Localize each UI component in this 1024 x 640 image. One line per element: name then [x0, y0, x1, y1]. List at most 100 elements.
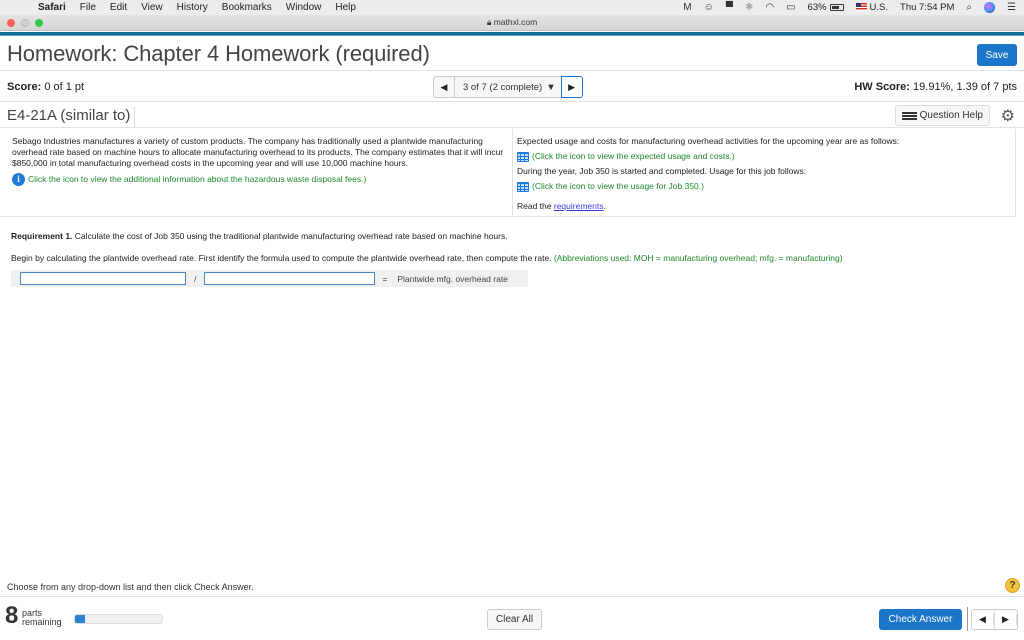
lock-icon: 🔒︎	[486, 17, 492, 27]
table-icon[interactable]	[517, 151, 529, 162]
question-header: E4-21A (similar to) Question Help ⚙	[0, 103, 1024, 128]
footer-divider	[967, 607, 968, 631]
triangle-right-icon: ▶	[995, 614, 1017, 625]
column-divider	[512, 129, 513, 217]
expected-usage-link[interactable]: (Click the icon to view the expected usa…	[517, 151, 1007, 162]
formula-row: / = Plantwide mfg. overhead rate	[11, 270, 528, 287]
instructions: Begin by calculating the plantwide overh…	[11, 253, 843, 263]
problem-statement: Sebago Industries manufactures a variety…	[0, 129, 1016, 217]
footer-next-button[interactable]: ▶	[995, 610, 1017, 629]
equals-sign: =	[382, 273, 388, 284]
triangle-right-icon: ▶	[568, 81, 576, 92]
menu-app-safari[interactable]: Safari	[38, 2, 66, 13]
menu-file[interactable]: File	[80, 2, 96, 13]
bluetooth-icon[interactable]: ✱	[745, 2, 753, 13]
score-value: 0 of 1 pt	[44, 81, 85, 93]
formula-result-label: Plantwide mfg. overhead rate	[397, 273, 508, 284]
problem-left-column: Sebago Industries manufactures a variety…	[12, 136, 504, 186]
page-title: Homework: Chapter 4 Homework (required)	[7, 41, 430, 66]
spotlight-search-icon[interactable]: ⌕	[966, 2, 972, 13]
gear-icon[interactable]: ⚙	[1001, 106, 1015, 126]
input-source-label: U.S.	[869, 2, 889, 13]
info-icon[interactable]: i	[12, 173, 25, 186]
dropdown-arrow-icon: ▼	[546, 81, 556, 93]
check-answer-button[interactable]: Check Answer	[879, 609, 962, 630]
question-navigator: ◀ 3 of 7 (2 complete) ▼ ▶	[433, 76, 583, 98]
footer-question-nav: ◀ ▶	[971, 609, 1018, 630]
problem-intro: Sebago Industries manufactures a variety…	[12, 136, 504, 168]
score-row: Score: 0 of 1 pt ◀ 3 of 7 (2 complete) ▼ …	[0, 72, 1024, 102]
footer-previous-button[interactable]: ◀	[972, 610, 995, 629]
battery-status[interactable]: 63%	[808, 2, 844, 13]
previous-question-button[interactable]: ◀	[433, 76, 455, 98]
us-flag-icon	[855, 3, 867, 12]
question-help-button[interactable]: Question Help	[894, 105, 990, 126]
requirement-label: Requirement 1.	[11, 231, 73, 241]
divide-operator: /	[194, 273, 197, 284]
menu-edit[interactable]: Edit	[110, 2, 127, 13]
job-usage-link-text: (Click the icon to view the usage for Jo…	[532, 181, 704, 191]
parts-progress-bar	[74, 614, 163, 624]
expected-usage-text: Expected usage and costs for manufacturi…	[517, 136, 900, 146]
requirement-text: Calculate the cost of Job 350 using the …	[72, 231, 508, 241]
remaining-label: remaining	[22, 617, 62, 627]
menu-history[interactable]: History	[177, 2, 208, 13]
parts-remaining-count: 8	[5, 602, 19, 629]
face-app-icon[interactable]: ☺	[704, 2, 714, 13]
question-selector-value: 3 of 7 (2 complete)	[463, 81, 543, 93]
formula-numerator-input[interactable]	[20, 272, 186, 285]
airplay-icon[interactable]: ▭	[786, 2, 795, 13]
abbreviations: (Abbreviations used: MOH = manufacturing…	[553, 253, 843, 263]
hw-score-label: HW Score:	[854, 81, 910, 93]
instructions-text: Begin by calculating the plantwide overh…	[11, 253, 554, 263]
answer-instruction: Choose from any drop-down list and then …	[7, 582, 254, 592]
wifi-icon[interactable]: ◠	[765, 2, 774, 13]
next-question-button[interactable]: ▶	[560, 76, 583, 98]
browser-toolbar: 🔒︎ mathxl.com	[0, 15, 1024, 31]
status-area: M ☺ ▀ ✱ ◠ ▭ 63% U.S. Thu 7:54 PM ⌕ ☰	[683, 0, 1016, 15]
header-accent-bar	[0, 32, 1024, 36]
input-source[interactable]: U.S.	[855, 2, 889, 13]
help-icon[interactable]: ?	[1005, 578, 1020, 593]
hw-score-value: 19.91%, 1.39 of 7 pts	[913, 81, 1017, 93]
hazardous-waste-info-text: Click the icon to view the additional in…	[28, 173, 367, 184]
triangle-left-icon: ◀	[440, 81, 448, 92]
requirements-link[interactable]: requirements	[554, 201, 604, 211]
score-label: Score:	[7, 81, 42, 93]
clear-all-button[interactable]: Clear All	[487, 609, 542, 630]
address-bar[interactable]: 🔒︎ mathxl.com	[0, 17, 1024, 28]
progress-fill	[75, 615, 85, 623]
battery-icon	[829, 3, 844, 11]
list-icon	[901, 111, 917, 120]
clock[interactable]: Thu 7:54 PM	[900, 2, 954, 13]
system-menubar: Safari File Edit View History Bookmarks …	[0, 0, 1024, 15]
menu-help[interactable]: Help	[335, 2, 356, 13]
mail-app-icon[interactable]: M	[683, 2, 691, 13]
siri-icon[interactable]	[984, 2, 996, 13]
job-usage-text: During the year, Job 350 is started and …	[517, 166, 807, 176]
read-prefix: Read the	[517, 201, 554, 211]
menu-view[interactable]: View	[141, 2, 163, 13]
triangle-left-icon: ◀	[972, 614, 994, 625]
title-row: Homework: Chapter 4 Homework (required) …	[0, 37, 1024, 71]
question-help-label: Question Help	[919, 110, 983, 121]
menu-window[interactable]: Window	[286, 2, 322, 13]
read-requirements: Read the requirements.	[517, 201, 1007, 212]
menu-bookmarks[interactable]: Bookmarks	[222, 2, 272, 13]
battery-percent: 63%	[807, 2, 827, 13]
url-text: mathxl.com	[493, 17, 538, 27]
job-usage-link[interactable]: (Click the icon to view the usage for Jo…	[517, 181, 1007, 192]
question-selector[interactable]: 3 of 7 (2 complete) ▼	[455, 76, 561, 98]
notification-center-icon[interactable]: ☰	[1007, 2, 1016, 13]
question-score: Score: 0 of 1 pt	[7, 81, 84, 93]
hazardous-waste-info[interactable]: i Click the icon to view the additional i…	[12, 173, 504, 186]
save-button[interactable]: Save	[977, 44, 1017, 66]
display-icon[interactable]: ▀	[726, 2, 733, 13]
table-icon[interactable]	[517, 181, 529, 192]
parts-remaining-label: parts remaining	[22, 609, 62, 627]
requirement-1: Requirement 1. Calculate the cost of Job…	[11, 231, 508, 241]
question-id: E4-21A (similar to)	[7, 107, 136, 128]
formula-denominator-input[interactable]	[204, 272, 376, 285]
problem-right-column: Expected usage and costs for manufacturi…	[517, 136, 1007, 212]
expected-usage-link-text: (Click the icon to view the expected usa…	[532, 151, 735, 161]
